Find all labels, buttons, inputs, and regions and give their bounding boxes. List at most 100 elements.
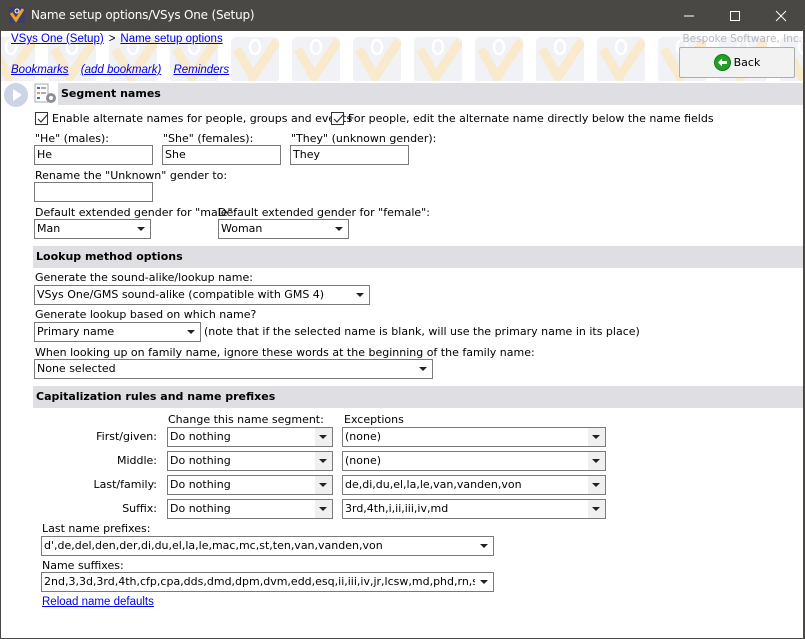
female-default-select[interactable]: Woman [218,219,349,239]
close-button[interactable] [758,0,804,31]
bookmark-links: Bookmarks (add bookmark) Reminders [11,64,238,76]
cap-row-label: Last/family: [93,478,157,491]
checkmark-icon [37,114,48,123]
section-lookup-method: Lookup method options [33,246,803,268]
cap-change-select[interactable]: Do nothing [167,475,333,495]
ignore-words-label: When looking up on family name, ignore t… [35,346,535,359]
cap-change-select[interactable]: Do nothing [167,451,333,471]
chevron-down-icon [415,360,432,378]
chevron-down-icon [315,500,332,518]
breadcrumb-vsys-one-setup[interactable]: VSys One (Setup) [11,33,104,45]
reminders-link[interactable]: Reminders [173,64,229,76]
soundalike-label: Generate the sound-alike/lookup name: [35,271,253,284]
chevron-down-icon [315,452,332,470]
watermark-logo-icon [597,37,645,81]
cap-change-select[interactable]: Do nothing [167,427,333,447]
cap-exceptions-select[interactable]: (none) [342,451,606,471]
client-area: VSys One (Setup) > Name setup options Book… [1,31,804,638]
maximize-button[interactable] [712,0,758,31]
cap-row-label: Suffix: [122,502,157,515]
watermark-logo-icon [353,37,401,81]
app-logo-icon [9,7,25,23]
close-icon [775,10,787,21]
suffixes-label: Name suffixes: [42,559,124,572]
cap-change-value: Do nothing [170,478,231,491]
chevron-down-icon [476,537,493,555]
chevron-down-icon [315,476,332,494]
add-bookmark-link[interactable]: (add bookmark) [81,64,162,76]
male-default-value: Man [37,222,61,235]
watermark-logo-icon [475,37,523,81]
exceptions-header: Exceptions [344,413,404,426]
section-capitalization: Capitalization rules and name prefixes [33,386,803,408]
edit-alternate-below-label: For people, edit the alternate name dire… [348,112,714,125]
rename-unknown-input[interactable] [34,182,153,202]
chevron-down-icon [588,452,605,470]
breadcrumb-separator: > [108,33,116,45]
enable-alternate-names-label: Enable alternate names for people, group… [52,112,353,125]
back-button[interactable]: Back [679,47,795,78]
cap-exceptions-select[interactable]: 3rd,4th,i,ii,iii,iv,md [342,499,606,519]
chevron-down-icon [331,220,348,238]
cap-change-value: Do nothing [170,430,231,443]
checkmark-icon [333,114,344,123]
minimize-icon [684,15,694,16]
chevron-down-icon [352,286,369,304]
watermark-logo-icon [414,37,462,81]
prefixes-label: Last name prefixes: [42,522,151,535]
window-title: Name setup options/VSys One (Setup) [31,8,255,22]
enable-alternate-names-checkbox[interactable]: Enable alternate names for people, group… [35,112,352,125]
female-default-label: Default extended gender for "female": [218,206,430,219]
watermark-logo-icon [231,37,279,81]
cap-exceptions-value: (none) [345,430,382,443]
he-label: "He" (males): [35,132,109,145]
breadcrumb: VSys One (Setup) > Name setup options [11,33,223,45]
header-banner: VSys One (Setup) > Name setup options Book… [1,31,804,81]
chevron-down-icon [476,573,493,591]
he-input[interactable]: He [34,145,153,165]
change-segment-header: Change this name segment: [168,413,324,426]
breadcrumb-name-setup-options[interactable]: Name setup options [120,33,222,45]
soundalike-value: VSys One/GMS sound-alike (compatible wit… [37,288,325,301]
cap-change-select[interactable]: Do nothing [167,499,333,519]
cap-row-label: First/given: [96,430,157,443]
based-on-value: Primary name [37,325,115,338]
cap-row-label: Middle: [116,454,157,467]
based-on-note: (note that if the selected name is blank… [204,325,640,338]
minimize-button[interactable] [666,0,712,31]
watermark-logo-icon [292,37,340,81]
reload-name-defaults-link[interactable]: Reload name defaults [42,596,154,608]
cap-change-value: Do nothing [170,454,231,467]
rename-unknown-label: Rename the "Unknown" gender to: [35,169,228,182]
window-border [803,31,804,638]
based-on-label: Generate lookup based on which name? [35,308,257,321]
prefixes-select[interactable]: d',de,del,den,der,di,du,el,la,le,mac,mc,… [41,536,494,556]
male-default-select[interactable]: Man [34,219,151,239]
prefixes-value: d',de,del,den,der,di,du,el,la,le,mac,mc,… [44,539,383,552]
checkbox-box [331,112,344,125]
ignore-words-select[interactable]: None selected [34,359,433,379]
chevron-down-icon [588,476,605,494]
suffixes-select[interactable]: 2nd,3,3d,3rd,4th,cfp,cpa,dds,dmd,dpm,dvm… [41,572,494,592]
play-navigation-icon[interactable] [4,83,28,107]
cap-change-value: Do nothing [170,502,231,515]
cap-exceptions-select[interactable]: (none) [342,427,606,447]
edit-alternate-below-checkbox[interactable]: For people, edit the alternate name dire… [331,112,714,125]
cap-exceptions-select[interactable]: de,di,du,el,la,le,van,vanden,von [342,475,606,495]
male-default-label: Default extended gender for "male": [35,206,237,219]
watermark-logo-icon [536,37,584,81]
chevron-down-icon [315,428,332,446]
they-label: "They" (unknown gender): [291,132,437,145]
they-input[interactable]: They [290,145,409,165]
she-input[interactable]: She [162,145,281,165]
cap-exceptions-value: de,di,du,el,la,le,van,vanden,von [345,478,522,491]
female-default-value: Woman [221,222,263,235]
based-on-select[interactable]: Primary name [34,322,201,342]
maximize-icon [730,10,740,21]
chevron-down-icon [183,323,200,341]
chevron-down-icon [588,500,605,518]
soundalike-select[interactable]: VSys One/GMS sound-alike (compatible wit… [34,285,370,305]
checkbox-box [35,112,48,125]
company-name: Bespoke Software, Inc. [682,33,802,45]
bookmarks-link[interactable]: Bookmarks [11,64,69,76]
